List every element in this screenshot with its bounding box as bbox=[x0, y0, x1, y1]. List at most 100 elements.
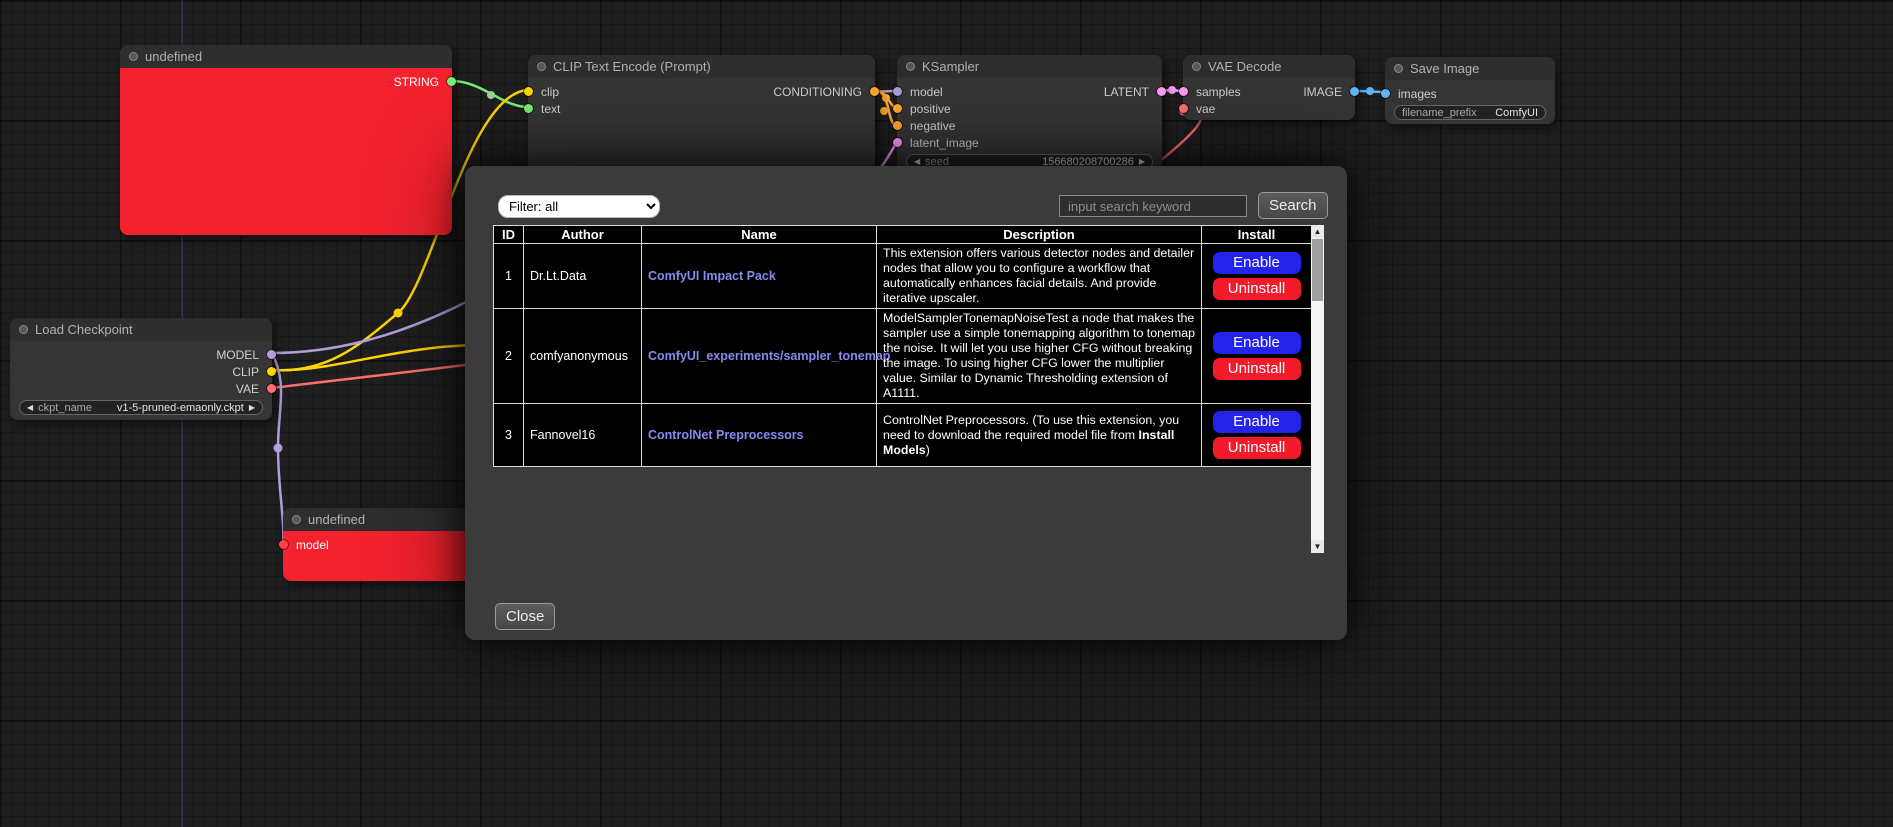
collapse-dot-icon[interactable] bbox=[129, 52, 138, 61]
uninstall-button[interactable]: Uninstall bbox=[1213, 437, 1301, 459]
enable-button[interactable]: Enable bbox=[1213, 332, 1301, 354]
wire-dot bbox=[1366, 87, 1374, 95]
table-row: 2comfyanonymousComfyUI_experiments/sampl… bbox=[494, 309, 1312, 404]
table-row: 1Dr.Lt.DataComfyUI Impact PackThis exten… bbox=[494, 244, 1312, 309]
node-header[interactable]: Save Image bbox=[1385, 57, 1555, 80]
uninstall-button[interactable]: Uninstall bbox=[1213, 278, 1301, 300]
close-button[interactable]: Close bbox=[495, 603, 555, 630]
wire-clip-2 bbox=[272, 345, 475, 370]
search-button[interactable]: Search bbox=[1258, 192, 1328, 219]
node-header[interactable]: CLIP Text Encode (Prompt) bbox=[528, 55, 875, 78]
cell-name: ComfyUI_experiments/sampler_tonemap bbox=[642, 309, 877, 404]
node-body: MODEL CLIP VAE ◀ ckpt_name v1-5-pruned-e… bbox=[10, 341, 272, 420]
scrollbar-thumb[interactable] bbox=[1312, 239, 1323, 301]
node-header[interactable]: undefined bbox=[120, 45, 452, 68]
enable-button[interactable]: Enable bbox=[1213, 411, 1301, 433]
input-label: vae bbox=[1196, 102, 1215, 116]
cell-author: comfyanonymous bbox=[524, 309, 642, 404]
wire-dot bbox=[1168, 86, 1176, 94]
collapse-dot-icon[interactable] bbox=[537, 62, 546, 71]
output-label: VAE bbox=[236, 382, 259, 396]
extensions-table-body: 1Dr.Lt.DataComfyUI Impact PackThis exten… bbox=[494, 244, 1312, 467]
input-pin-samples[interactable] bbox=[1179, 87, 1188, 96]
node-graph-canvas[interactable]: undefined STRING CLIP Text Encode (Promp… bbox=[0, 0, 1893, 827]
node-body: images filename_prefix ComfyUI bbox=[1385, 80, 1555, 124]
wire-dot bbox=[394, 309, 403, 318]
ckpt-name-widget[interactable]: ◀ ckpt_name v1-5-pruned-emaonly.ckpt ▶ bbox=[19, 400, 263, 415]
input-pin-positive[interactable] bbox=[893, 104, 902, 113]
output-label: CONDITIONING bbox=[773, 85, 862, 99]
input-pin-clip[interactable] bbox=[524, 87, 533, 96]
input-label: clip bbox=[541, 85, 559, 99]
extension-link[interactable]: ComfyUI_experiments/sampler_tonemap bbox=[648, 349, 890, 363]
collapse-dot-icon[interactable] bbox=[19, 325, 28, 334]
scroll-down-icon[interactable]: ▼ bbox=[1311, 540, 1324, 553]
input-pin-vae[interactable] bbox=[1179, 104, 1188, 113]
node-body: samples IMAGE vae bbox=[1183, 78, 1355, 120]
cell-description: ModelSamplerTonemapNoiseTest a node that… bbox=[877, 309, 1202, 404]
input-pin-negative[interactable] bbox=[893, 121, 902, 130]
cell-install: Enable Uninstall bbox=[1202, 309, 1312, 404]
wire-dot bbox=[487, 91, 495, 99]
output-label: CLIP bbox=[232, 365, 259, 379]
output-label: IMAGE bbox=[1303, 85, 1342, 99]
filename-prefix-widget[interactable]: filename_prefix ComfyUI bbox=[1394, 105, 1546, 120]
enable-button[interactable]: Enable bbox=[1213, 252, 1301, 274]
collapse-dot-icon[interactable] bbox=[1192, 62, 1201, 71]
wire-model-undefined bbox=[272, 353, 283, 544]
cell-description: ControlNet Preprocessors. (To use this e… bbox=[877, 404, 1202, 467]
next-arrow-icon[interactable]: ▶ bbox=[249, 404, 255, 412]
collapse-dot-icon[interactable] bbox=[906, 62, 915, 71]
input-pin-text[interactable] bbox=[524, 104, 533, 113]
input-pin-latent-image[interactable] bbox=[893, 138, 902, 147]
output-pin-model[interactable] bbox=[267, 350, 276, 359]
table-row: 3Fannovel16ControlNet PreprocessorsContr… bbox=[494, 404, 1312, 467]
node-vae-decode[interactable]: VAE Decode samples IMAGE vae bbox=[1183, 55, 1355, 120]
cell-id: 2 bbox=[494, 309, 524, 404]
filter-select[interactable]: Filter: all bbox=[498, 195, 660, 218]
description-text: ModelSamplerTonemapNoiseTest a node that… bbox=[883, 311, 1195, 400]
cell-author: Dr.Lt.Data bbox=[524, 244, 642, 309]
output-pin-latent[interactable] bbox=[1157, 87, 1166, 96]
table-scrollbar[interactable]: ▲ ▼ bbox=[1311, 225, 1324, 553]
collapse-dot-icon[interactable] bbox=[1394, 64, 1403, 73]
cell-id: 3 bbox=[494, 404, 524, 467]
decrement-arrow-icon[interactable]: ◀ bbox=[914, 158, 920, 166]
scroll-up-icon[interactable]: ▲ bbox=[1311, 225, 1324, 238]
cell-name: ComfyUI Impact Pack bbox=[642, 244, 877, 309]
input-label: negative bbox=[910, 119, 955, 133]
output-pin-image[interactable] bbox=[1350, 87, 1359, 96]
node-load-checkpoint[interactable]: Load Checkpoint MODEL CLIP VAE ◀ ckpt_na… bbox=[10, 318, 272, 420]
node-header[interactable]: KSampler bbox=[897, 55, 1162, 78]
input-label: positive bbox=[910, 102, 951, 116]
collapse-dot-icon[interactable] bbox=[292, 515, 301, 524]
input-pin-model[interactable] bbox=[893, 87, 902, 96]
node-title: undefined bbox=[308, 512, 365, 527]
extension-link[interactable]: ControlNet Preprocessors bbox=[648, 428, 804, 442]
node-title: VAE Decode bbox=[1208, 59, 1281, 74]
output-pin-clip[interactable] bbox=[267, 367, 276, 376]
widget-value: ComfyUI bbox=[1495, 107, 1538, 119]
output-pin-string[interactable] bbox=[447, 77, 456, 86]
node-header[interactable]: Load Checkpoint bbox=[10, 318, 272, 341]
output-pin-vae[interactable] bbox=[267, 384, 276, 393]
node-title: Save Image bbox=[1410, 61, 1479, 76]
cell-id: 1 bbox=[494, 244, 524, 309]
search-input[interactable] bbox=[1059, 195, 1247, 217]
wire-dot bbox=[274, 444, 283, 453]
extension-link[interactable]: ComfyUI Impact Pack bbox=[648, 269, 776, 283]
cell-install: Enable Uninstall bbox=[1202, 244, 1312, 309]
increment-arrow-icon[interactable]: ▶ bbox=[1139, 158, 1145, 166]
uninstall-button[interactable]: Uninstall bbox=[1213, 358, 1301, 380]
node-undefined-top[interactable]: undefined STRING bbox=[120, 45, 452, 235]
output-label: STRING bbox=[394, 75, 439, 89]
node-header[interactable]: VAE Decode bbox=[1183, 55, 1355, 78]
input-pin-images[interactable] bbox=[1381, 89, 1390, 98]
node-save-image[interactable]: Save Image images filename_prefix ComfyU… bbox=[1385, 57, 1555, 124]
node-title: undefined bbox=[145, 49, 202, 64]
previous-arrow-icon[interactable]: ◀ bbox=[27, 404, 33, 412]
extensions-table: ID Author Name Description Install 1Dr.L… bbox=[493, 225, 1312, 467]
node-title: KSampler bbox=[922, 59, 979, 74]
output-pin-conditioning[interactable] bbox=[870, 87, 879, 96]
input-pin-model[interactable] bbox=[279, 540, 288, 549]
